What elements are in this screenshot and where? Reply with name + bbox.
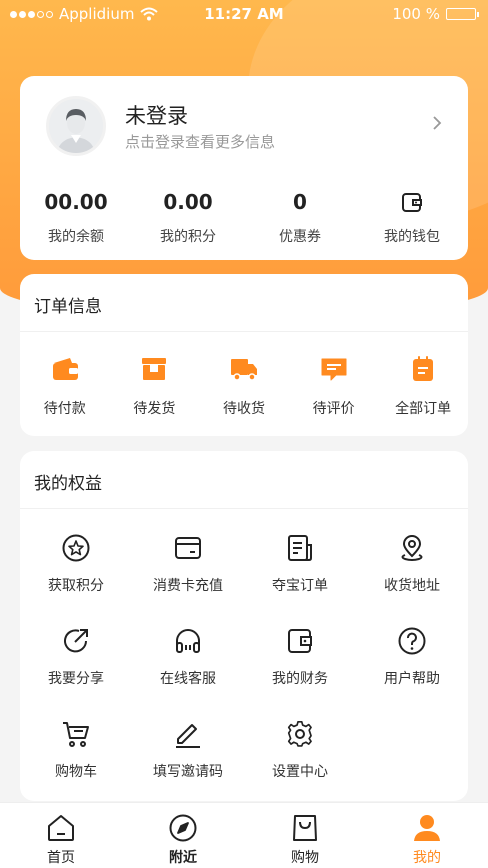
profile-card: 未登录 点击登录查看更多信息 00.00 我的余额 0.00 我的积分 0 优惠… [20,76,468,260]
benefit-help[interactable]: 用户帮助 [356,626,468,688]
benefit-settings[interactable]: 设置中心 [244,719,356,781]
benefit-label: 我要分享 [48,671,104,687]
gear-icon [287,720,312,747]
benefits-title: 我的权益 [34,474,102,494]
order-to-receive[interactable]: 待收货 [199,354,289,418]
benefits-card: 我的权益 获取积分 消费卡充值 夺宝订单 收货地址 我要分享 在线客服 我的财务… [20,451,468,801]
tab-shopping[interactable]: 购物 [244,803,366,868]
location-pin-icon [401,535,423,561]
benefits-row-3: 购物车 填写邀请码 设置中心 [20,719,468,781]
coupons-label: 优惠券 [279,229,321,245]
benefit-invite-code[interactable]: 填写邀请码 [132,719,244,781]
tab-label: 首页 [47,850,75,866]
balance-value: 00.00 [44,190,108,214]
login-prompt[interactable]: 点击登录查看更多信息 [125,131,275,152]
points-label: 我的积分 [160,229,216,245]
wallet-label: 我的钱包 [384,229,440,245]
wallet-icon [52,358,78,380]
cart-icon [63,722,89,747]
order-info-title: 订单信息 [34,297,102,317]
benefit-label: 收货地址 [384,578,440,594]
pen-icon [176,724,200,748]
benefit-finance[interactable]: 我的财务 [244,626,356,688]
shopping-bag-icon [293,815,317,841]
status-bar: Applidium 11:27 AM 100 % [0,0,488,28]
truck-icon [230,359,257,381]
benefit-label: 购物车 [55,764,97,780]
balance-label: 我的余额 [48,229,104,245]
order-to-ship[interactable]: 待发货 [110,354,200,418]
order-label: 待发货 [133,401,176,417]
benefit-label: 用户帮助 [384,671,440,687]
card-icon [175,537,201,559]
benefit-label: 消费卡充值 [153,578,223,594]
order-label: 全部订单 [395,401,452,417]
benefit-get-points[interactable]: 获取积分 [20,533,132,595]
order-label: 待收货 [222,401,265,417]
profile-name[interactable]: 未登录 [125,100,188,130]
benefit-card-recharge[interactable]: 消费卡充值 [132,533,244,595]
stat-coupons[interactable]: 0 优惠券 [244,188,356,246]
order-status-row: 待付款 待发货 待收货 待评价 全部订单 [20,354,468,418]
headset-icon [176,629,200,653]
order-all[interactable]: 全部订单 [378,354,468,418]
wallet-icon [356,188,468,216]
order-label: 待付款 [43,401,86,417]
benefits-row-1: 获取积分 消费卡充值 夺宝订单 收货地址 [20,533,468,595]
stat-wallet[interactable]: 我的钱包 [356,188,468,246]
person-icon [414,815,440,841]
chevron-right-icon[interactable] [430,116,444,130]
compass-icon [169,814,197,842]
tab-home[interactable]: 首页 [0,803,122,868]
stat-balance[interactable]: 00.00 我的余额 [20,188,132,246]
tab-label: 我的 [413,850,441,866]
benefit-label: 夺宝订单 [272,578,328,594]
battery-icon [446,8,479,20]
benefit-label: 我的财务 [272,671,328,687]
user-avatar-icon[interactable] [46,96,106,156]
document-icon [288,535,312,561]
divider [20,331,468,332]
benefit-treasure-orders[interactable]: 夺宝订单 [244,533,356,595]
tab-nearby[interactable]: 附近 [122,803,244,868]
points-value: 0.00 [163,190,213,214]
wallet-outline-icon [288,629,312,653]
order-pending-payment[interactable]: 待付款 [20,354,110,418]
tab-label: 购物 [291,850,319,866]
box-icon [142,358,167,380]
coupons-value: 0 [293,190,307,214]
account-stats: 00.00 我的余额 0.00 我的积分 0 优惠券 我的钱包 [20,188,468,246]
battery-info: 100 % [392,5,479,23]
benefit-label: 填写邀请码 [153,764,223,780]
stat-points[interactable]: 0.00 我的积分 [132,188,244,246]
divider [20,508,468,509]
benefit-address[interactable]: 收货地址 [356,533,468,595]
tab-label: 附近 [169,850,197,866]
share-icon [64,629,88,653]
clipboard-icon [413,356,434,381]
help-icon [398,627,426,655]
comment-icon [321,358,347,381]
benefit-customer-service[interactable]: 在线客服 [132,626,244,688]
home-icon [48,815,74,841]
order-info-card: 订单信息 待付款 待发货 待收货 待评价 全部订单 [20,274,468,436]
battery-percent: 100 % [392,5,440,23]
benefits-row-2: 我要分享 在线客服 我的财务 用户帮助 [20,626,468,688]
tab-mine[interactable]: 我的 [366,803,488,868]
benefit-label: 在线客服 [160,671,216,687]
order-to-review[interactable]: 待评价 [289,354,379,418]
benefit-label: 获取积分 [48,578,104,594]
star-circle-icon [62,534,90,562]
benefit-cart[interactable]: 购物车 [20,719,132,781]
bottom-tab-bar: 首页 附近 购物 我的 [0,802,488,868]
order-label: 待评价 [312,401,355,417]
benefit-share[interactable]: 我要分享 [20,626,132,688]
benefit-label: 设置中心 [272,764,328,780]
